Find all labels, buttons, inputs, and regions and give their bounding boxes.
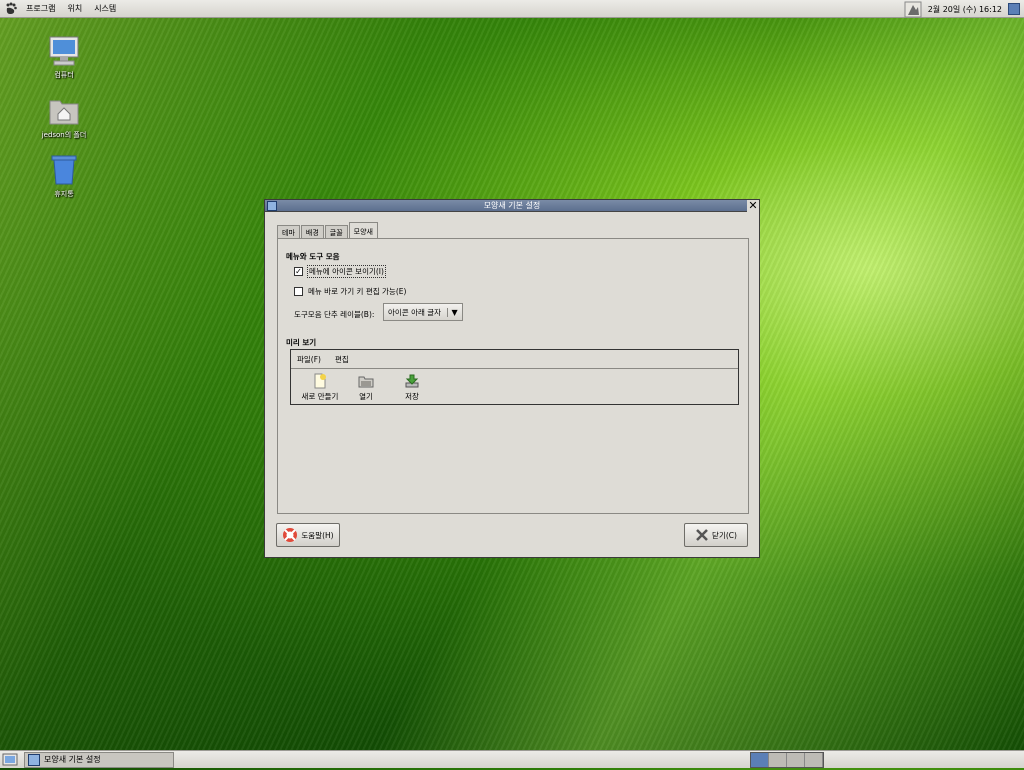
menu-places[interactable]: 위치 [61,3,88,14]
preview-tool-new[interactable]: 새로 만들기 [297,373,343,402]
section-preview: 미리 보기 [286,338,317,347]
help-button[interactable]: 도움말(H) [276,523,340,547]
workspace-3[interactable] [787,753,805,767]
window-title: 모양새 기본 설정 [483,201,541,210]
menu-system[interactable]: 시스템 [88,3,122,14]
trash-icon [47,153,81,187]
new-document-icon [314,373,326,389]
computer-icon [47,34,81,68]
workspace-1[interactable] [751,753,769,767]
tab-interface[interactable]: 모양새 [348,222,378,239]
window-app-icon [28,753,40,766]
window-titlebar[interactable]: 모양새 기본 설정 ✕ [265,199,759,212]
save-icon [405,374,419,388]
preview-menu-file[interactable]: 파일(F) [297,354,321,365]
desktop-icon-computer[interactable]: 컴퓨터 [29,34,99,80]
preview-toolbar: 새로 만들기 열기 저장 [291,369,738,402]
close-button[interactable]: 닫기(C) [684,523,748,547]
workspace-2[interactable] [769,753,787,767]
top-panel: 프로그램 위치 시스템 2월 20일 (수) 16:12 [0,0,1024,18]
dropdown-arrow-icon: ▼ [447,307,461,317]
tab-fonts[interactable]: 글꼴 [324,225,348,239]
workspace-4[interactable] [805,753,823,767]
checkbox-box[interactable]: ✓ [294,267,303,276]
checkbox-label: 메뉴에 아이콘 보이기(I) [307,265,386,278]
tool-label: 새로 만들기 [301,392,339,401]
preview-menubar: 파일(F) 편집 [291,350,738,369]
tool-label: 저장 [405,392,419,401]
desktop-icon-home[interactable]: jedson의 폴더 [29,94,99,140]
tab-panel-interface: 메뉴와 도구 모음 ✓ 메뉴에 아이콘 보이기(I) 메뉴 바로 가기 키 편집… [277,238,749,514]
help-lifebuoy-icon [283,528,298,542]
taskbar-window-title: 모양새 기본 설정 [44,755,101,764]
select-value: 아이콘 아래 글자 [388,307,442,317]
preview-tool-save[interactable]: 저장 [389,373,435,402]
show-icons-in-menus-checkbox[interactable]: ✓ 메뉴에 아이콘 보이기(I) [294,265,386,278]
open-folder-icon [358,376,374,388]
desktop-icon-label: jedson의 폴더 [41,131,87,139]
tab-theme[interactable]: 테마 [277,225,300,239]
checkbox-label: 메뉴 바로 가기 키 편집 가능(E) [308,287,407,296]
section-menus-toolbars: 메뉴와 도구 모음 [286,252,340,261]
show-desktop-icon[interactable] [2,752,18,768]
tab-bar: 테마 배경 글꼴 모양새 [277,222,379,239]
workspace-switcher [750,752,824,768]
tool-label: 열기 [359,392,373,401]
preview-area: 파일(F) 편집 새로 만들기 열기 저장 [290,349,739,405]
desktop-icon-trash[interactable]: 휴지통 [29,153,99,199]
toolbar-button-labels-select[interactable]: 아이콘 아래 글자 ▼ [383,303,463,321]
taskbar-window-button[interactable]: 모양새 기본 설정 [24,751,174,768]
bottom-panel: 모양새 기본 설정 [0,750,1024,768]
window-list-icon[interactable] [1008,3,1020,15]
menu-applications[interactable]: 프로그램 [20,3,61,14]
window-menu-icon[interactable] [267,200,277,211]
preview-tool-open[interactable]: 열기 [343,373,389,402]
update-notifier-icon[interactable] [904,1,922,18]
toolbar-button-labels-label: 도구모음 단추 레이블(B): [294,310,375,319]
checkbox-box[interactable] [294,287,303,296]
tab-background[interactable]: 배경 [300,225,324,239]
desktop-icon-label: 컴퓨터 [54,71,74,79]
home-folder-icon [47,94,81,128]
close-button-label: 닫기(C) [712,530,737,540]
editable-shortcuts-checkbox[interactable]: 메뉴 바로 가기 키 편집 가능(E) [294,286,406,297]
clock[interactable]: 2월 20일 (수) 16:12 [928,4,1002,15]
appearance-preferences-window: 모양새 기본 설정 ✕ 테마 배경 글꼴 모양새 메뉴와 도구 모음 ✓ 메뉴에… [264,199,760,558]
gnome-foot-icon[interactable] [2,0,20,18]
help-button-label: 도움말(H) [301,530,334,540]
close-icon [696,529,708,541]
window-close-button[interactable]: ✕ [747,199,759,212]
preview-menu-edit[interactable]: 편집 [335,354,349,365]
desktop-icon-label: 휴지통 [54,190,74,198]
